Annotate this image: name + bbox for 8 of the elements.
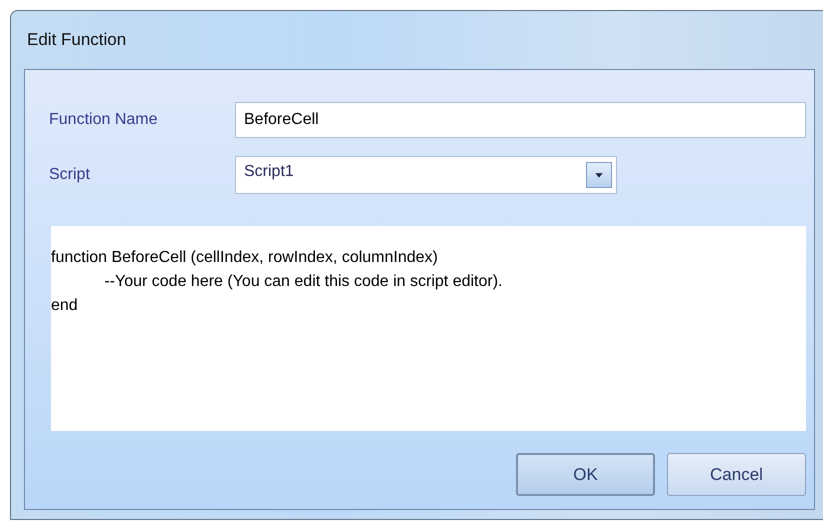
name-input-field[interactable]: BeforeCell xyxy=(235,102,806,138)
code-editor[interactable]: function BeforeCell (cellIndex, rowIndex, columnIndex) --Your code here (You can edit this code in script editor). end xyxy=(51,226,806,431)
field-label: Function Name xyxy=(49,111,158,129)
dialog-button[interactable]: OK xyxy=(516,453,655,496)
script-dropdown[interactable]: Script1 xyxy=(235,156,617,194)
dialog-button[interactable]: Cancel xyxy=(667,453,806,496)
field-label: Script xyxy=(49,166,91,184)
window-title: Edit Function xyxy=(27,29,126,51)
